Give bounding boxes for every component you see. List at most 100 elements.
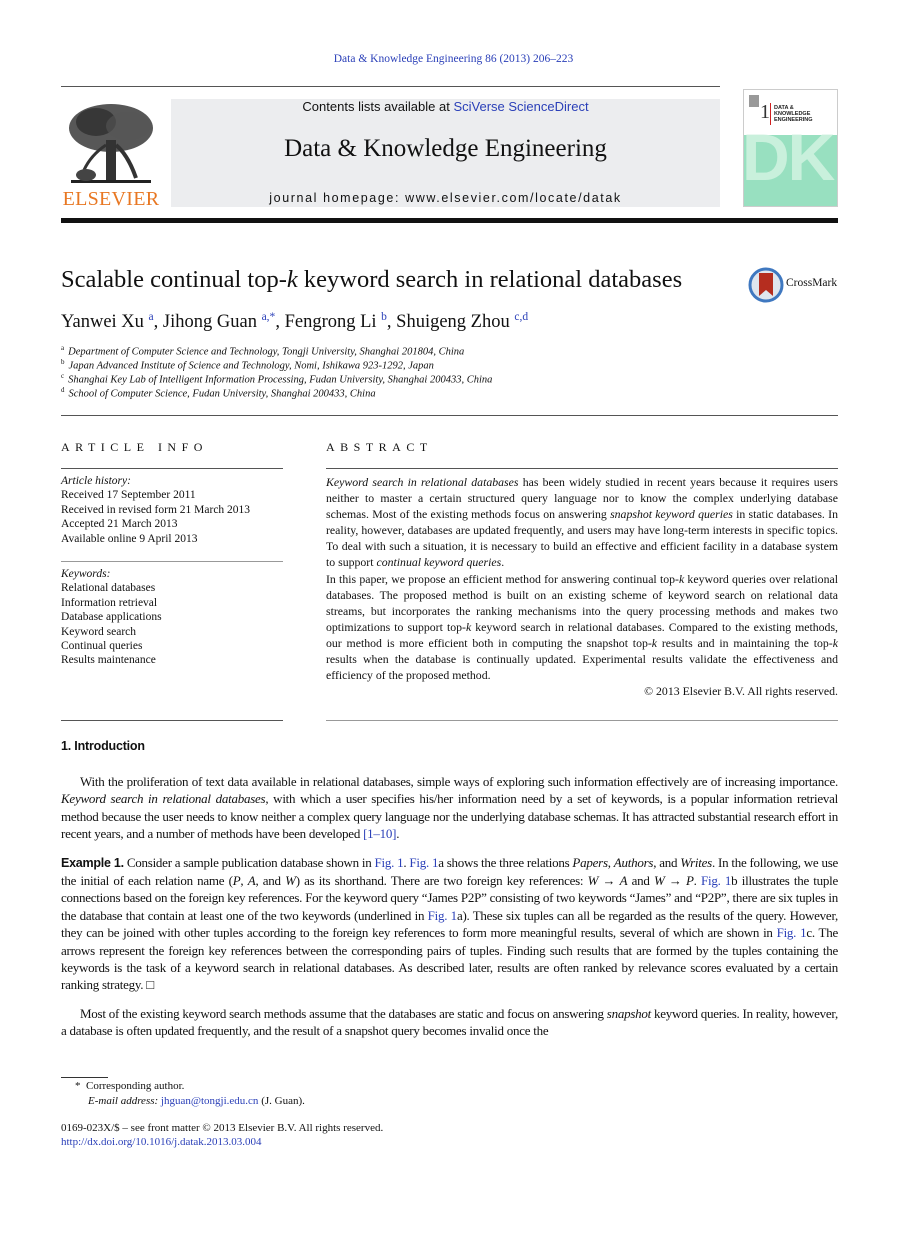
italic-run: Writes	[680, 854, 712, 870]
abstract-body: Keyword search in relational databases h…	[326, 474, 838, 699]
header-thick-rule	[61, 218, 838, 223]
italic-run: W	[653, 873, 665, 889]
section-heading-introduction: 1. Introduction	[61, 739, 145, 753]
text-run: Consider a sample publication database s…	[123, 854, 375, 870]
elsevier-logo: ELSEVIER	[60, 100, 162, 210]
abstract-paragraph: Keyword search in relational databases h…	[326, 474, 838, 571]
affiliation-key: b	[61, 358, 65, 366]
text-run: ) as its shorthand. There are two foreig…	[295, 873, 588, 889]
contents-prefix: Contents lists available at	[302, 99, 454, 114]
history-item: Accepted 21 March 2013	[61, 518, 178, 531]
affiliation-text: School of Computer Science, Fudan Univer…	[68, 388, 376, 400]
author-affiliation-marker[interactable]: a	[149, 311, 154, 323]
text-run: With the proliferation of text data avai…	[80, 774, 838, 789]
figure-reference-link[interactable]: [1–10]	[363, 826, 396, 841]
author-affiliation-marker[interactable]: c,d	[514, 311, 528, 323]
italic-run: Keyword search in relational databases	[61, 791, 266, 807]
keywords-label: Keywords:	[61, 568, 111, 580]
sciencedirect-link[interactable]: SciVerse ScienceDirect	[453, 99, 588, 114]
author-name[interactable]: Fengrong Li	[285, 312, 377, 332]
history-item: Received 17 September 2011	[61, 489, 196, 502]
keyword-item: Results maintenance	[61, 654, 156, 667]
divider	[326, 720, 838, 721]
text-run: .	[501, 555, 505, 570]
keyword-item: Keyword search	[61, 625, 137, 638]
doi-link[interactable]: http://dx.doi.org/10.1016/j.datak.2013.0…	[61, 1136, 262, 1148]
text-run: , and	[255, 873, 286, 889]
abstract-paragraph: In this paper, we propose an efficient m…	[326, 571, 838, 684]
text-run: →	[598, 873, 620, 889]
affiliation: a Department of Computer Science and Tech…	[61, 344, 464, 358]
text-run: and	[627, 873, 654, 889]
italic-run: P	[685, 873, 694, 889]
affiliation-key: d	[61, 386, 65, 394]
email-label: E-mail address:	[88, 1095, 159, 1107]
affiliation-text: Japan Advanced Institute of Science and …	[68, 360, 434, 372]
divider	[61, 415, 838, 416]
author-affiliation-marker[interactable]: a,*	[262, 311, 276, 323]
italic-run: snapshot	[606, 1005, 652, 1021]
cover-logo-icon	[749, 95, 759, 107]
crossmark-button[interactable]: CrossMark	[748, 267, 848, 303]
italic-run: Papers	[572, 854, 608, 870]
journal-reference-link[interactable]: Data & Knowledge Engineering 86 (2013) 2…	[334, 53, 574, 65]
footnote-rule	[61, 1077, 108, 1078]
cover-dke-letters: DKE	[743, 120, 837, 194]
contents-line: Contents lists available at SciVerse Sci…	[171, 99, 720, 114]
footnote-email: E-mail address: jhguan@tongji.edu.cn (J.…	[88, 1095, 305, 1107]
text-run: Most of the existing keyword search meth…	[80, 1005, 607, 1021]
affiliation-key: a	[61, 344, 65, 352]
figure-reference-link[interactable]: Fig. 1	[409, 855, 438, 870]
figure-reference-link[interactable]: Fig. 1	[428, 908, 458, 923]
text-run: results and in maintaining the top-	[657, 635, 833, 650]
author[interactable]: Fengrong Li b	[285, 311, 387, 332]
author-name[interactable]: Shuigeng Zhou	[396, 312, 510, 332]
author[interactable]: Shuigeng Zhou c,d	[396, 311, 528, 332]
author-name[interactable]: Jihong Guan	[163, 312, 257, 332]
affiliation: d School of Computer Science, Fudan Unive…	[61, 386, 376, 400]
keyword-item: Continual queries	[61, 640, 143, 653]
title-part: keyword search in relational databases	[297, 266, 683, 293]
article-title: Scalable continual top-k keyword search …	[61, 266, 682, 294]
title-part: Scalable continual top-	[61, 266, 287, 293]
crossmark-label: CrossMark	[786, 277, 838, 289]
body-paragraph: Most of the existing keyword search meth…	[61, 1005, 838, 1040]
keyword-item: Relational databases	[61, 582, 156, 595]
article-info-heading: ARTICLE INFO	[61, 440, 208, 454]
footnote-marker: *	[75, 1080, 81, 1092]
body-paragraph: With the proliferation of text data avai…	[61, 773, 838, 843]
footnote-text: Corresponding author.	[86, 1080, 185, 1092]
abstract-heading: ABSTRACT	[326, 440, 433, 454]
figure-reference-link[interactable]: Fig. 1	[374, 855, 403, 870]
history-item: Available online 9 April 2013	[61, 532, 198, 545]
affiliation: b Japan Advanced Institute of Science and…	[61, 358, 434, 372]
author-name[interactable]: Yanwei Xu	[61, 312, 144, 332]
history-label: Article history:	[61, 475, 131, 487]
journal-homepage[interactable]: journal homepage: www.elsevier.com/locat…	[171, 191, 720, 205]
figure-reference-link[interactable]: Fig. 1	[777, 925, 807, 940]
affiliation: c Shanghai Key Lab of Intelligent Informa…	[61, 372, 492, 386]
footnote-corresponding: * Corresponding author.	[75, 1080, 184, 1092]
journal-banner: Contents lists available at SciVerse Sci…	[171, 99, 720, 207]
issn-line: 0169-023X/$ – see front matter © 2013 El…	[61, 1122, 384, 1134]
text-run: a shows the three relations	[438, 854, 573, 870]
figure-reference-link[interactable]: Fig. 1	[701, 873, 731, 888]
text-run: ,	[240, 873, 248, 889]
text-run: In this paper, we propose an efficient m…	[326, 571, 679, 586]
author[interactable]: Yanwei Xu a	[61, 311, 154, 332]
email-link[interactable]: jhguan@tongji.edu.cn	[161, 1095, 259, 1107]
divider	[326, 468, 838, 469]
example-paragraph: Example 1. Consider a sample publication…	[61, 854, 838, 994]
author[interactable]: Jihong Guan a,*	[163, 311, 276, 332]
author-affiliation-marker[interactable]: b	[381, 311, 387, 323]
journal-reference[interactable]: Data & Knowledge Engineering 86 (2013) 2…	[0, 53, 907, 65]
italic-run: Authors	[613, 854, 654, 870]
affiliation-text: Department of Computer Science and Techn…	[68, 346, 465, 358]
abstract-copyright: © 2013 Elsevier B.V. All rights reserved…	[644, 684, 838, 699]
text-run: .	[693, 873, 701, 889]
article-history: Article history: Received 17 September 2…	[61, 474, 250, 546]
divider	[61, 468, 283, 469]
italic-run: snapshot keyword queries	[610, 507, 733, 522]
title-part: k	[286, 266, 298, 293]
text-run: results when the database is continually…	[326, 652, 838, 683]
